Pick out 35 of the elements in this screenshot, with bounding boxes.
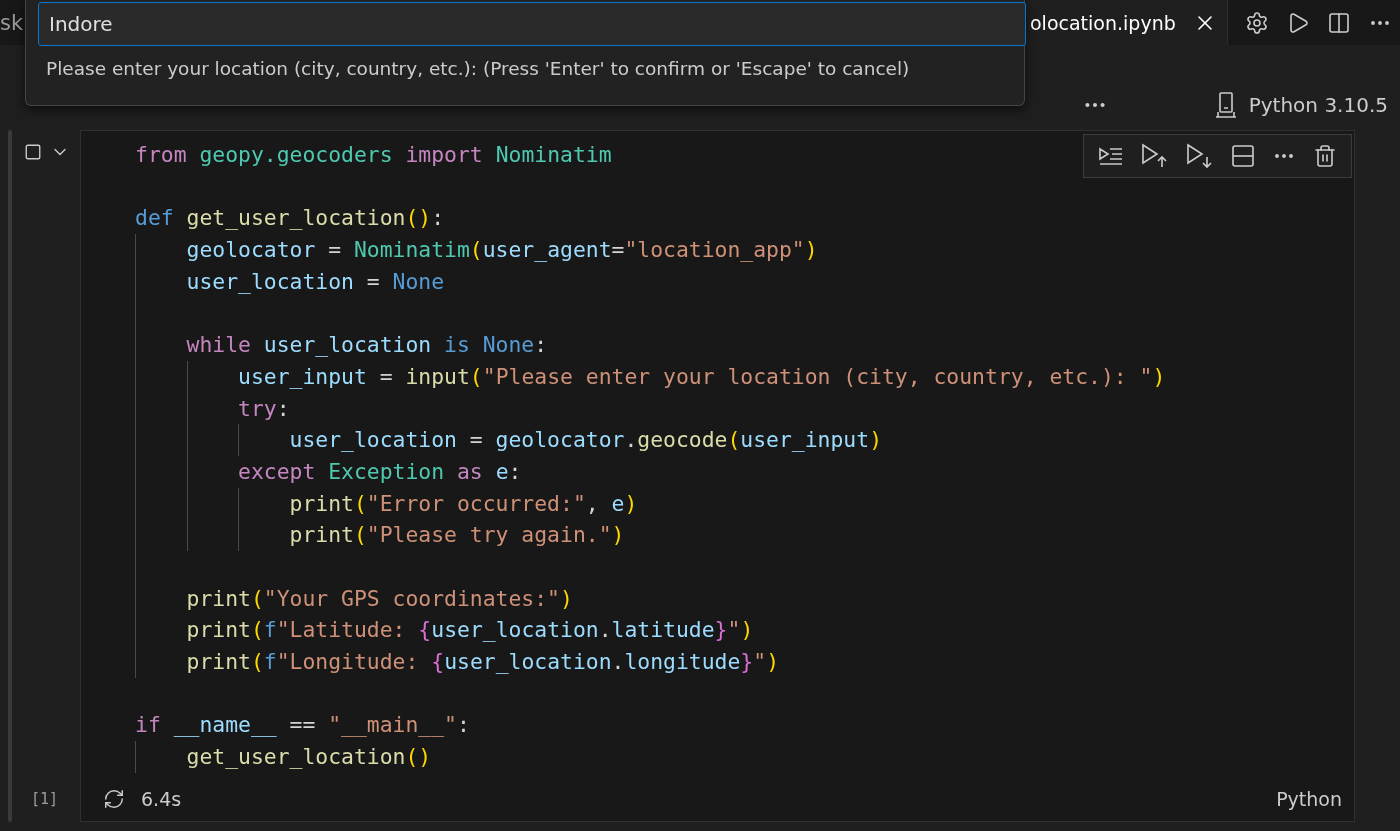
split-editor-icon[interactable] [1326, 10, 1351, 35]
refresh-icon [103, 788, 125, 810]
kernel-picker[interactable]: Python 3.10.5 [1214, 92, 1388, 118]
execution-time: 6.4s [141, 788, 182, 810]
code-line: print(f"Latitude: {user_location.latitude}") [135, 614, 754, 646]
input-field[interactable]: Indore [38, 2, 1026, 46]
code-line: print("Please try again.") [135, 519, 625, 551]
checkbox-icon[interactable] [24, 143, 42, 161]
kernel-label: Python 3.10.5 [1248, 93, 1388, 117]
code-line: if __name__ == "__main__": [135, 711, 470, 740]
code-line: try: [135, 392, 290, 425]
code-line: get_user_location() [135, 741, 432, 773]
split-cell-icon[interactable] [1231, 144, 1255, 168]
code-line: from geopy.geocoders import Nominatim [135, 141, 612, 169]
run-by-line-icon[interactable] [1098, 145, 1124, 167]
code-line: except Exception as e: [135, 455, 522, 488]
code-line: user_input = input("Please enter your location (city, country, etc.): ") [135, 360, 1166, 393]
settings-icon[interactable] [1244, 10, 1269, 35]
kernel-icon[interactable] [1214, 92, 1237, 118]
code-line: print("Error occurred:", e) [135, 487, 638, 520]
run-above-icon[interactable] [1141, 143, 1169, 169]
code-line: user_location = None [135, 265, 445, 298]
code-line: user_location = geolocator.geocode(user_input) [135, 424, 883, 456]
run-below-icon[interactable] [1186, 143, 1214, 169]
code-line: print(f"Longitude: {user_location.longitude}") [135, 646, 779, 678]
code-line: while user_location is None: [135, 329, 548, 361]
code-cell[interactable] [80, 130, 1355, 822]
trash-icon[interactable] [1313, 144, 1337, 168]
cell-language[interactable]: Python [1276, 788, 1342, 810]
editor-tab[interactable]: olocation.ipynb [1026, 0, 1228, 45]
code-line: def get_user_location(): [135, 204, 445, 233]
execution-count: [1] [30, 790, 58, 808]
prompt-message: Please enter your location (city, country, etc.): (Press 'Enter' to confirm or 'Escape' to cancel) [45, 57, 911, 79]
code-line: print("Your GPS coordinates:") [135, 582, 573, 615]
code-line: geolocator = Nominatim(user_agent="location_app") [135, 234, 818, 266]
